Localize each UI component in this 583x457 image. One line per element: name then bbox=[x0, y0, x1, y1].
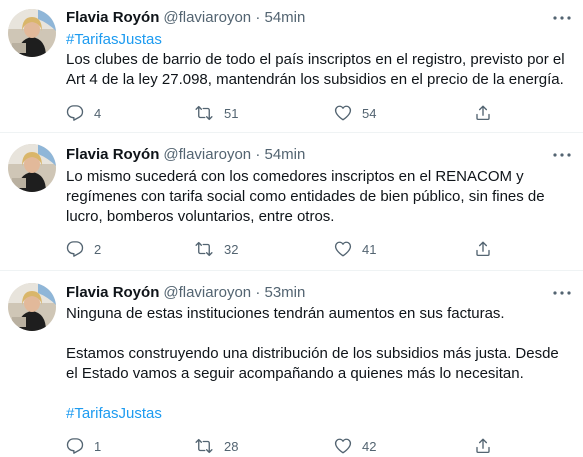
author-name[interactable]: Flavia Royón bbox=[66, 9, 159, 26]
tweet-paragraph: Lo mismo sucederá con los comedores insc… bbox=[66, 168, 545, 225]
tweet-paragraph: Los clubes de barrio de todo el país ins… bbox=[66, 51, 565, 88]
tweet-header: Flavia Royón @flaviaroyon · 54min bbox=[66, 145, 305, 165]
retweet-icon bbox=[195, 105, 213, 121]
like-button[interactable]: 42 bbox=[334, 436, 376, 456]
retweet-button[interactable]: 28 bbox=[194, 436, 238, 456]
reply-count: 2 bbox=[94, 241, 102, 257]
reply-button[interactable]: 2 bbox=[66, 239, 101, 259]
share-icon bbox=[476, 438, 490, 454]
hashtag-link[interactable]: #TarifasJustas bbox=[66, 30, 571, 50]
more-button[interactable] bbox=[550, 8, 574, 28]
more-button[interactable] bbox=[550, 145, 574, 165]
more-icon bbox=[553, 16, 571, 20]
author-handle[interactable]: @flaviaroyon bbox=[163, 9, 251, 26]
share-button[interactable] bbox=[474, 103, 492, 123]
more-icon bbox=[553, 153, 571, 157]
share-button[interactable] bbox=[474, 436, 492, 456]
reply-button[interactable]: 4 bbox=[66, 103, 101, 123]
heart-icon bbox=[334, 241, 352, 257]
heart-icon bbox=[334, 438, 352, 454]
reply-icon bbox=[66, 241, 84, 257]
share-icon bbox=[476, 241, 490, 257]
tweet-paragraph: Estamos construyendo una distribución de… bbox=[66, 345, 559, 382]
heart-icon bbox=[334, 105, 352, 121]
retweet-icon bbox=[195, 438, 213, 454]
author-name[interactable]: Flavia Royón bbox=[66, 284, 159, 301]
share-button[interactable] bbox=[474, 239, 492, 259]
divider bbox=[0, 132, 583, 133]
retweet-count: 32 bbox=[224, 241, 239, 257]
tweet-time[interactable]: · 54min bbox=[255, 9, 305, 26]
reply-count: 4 bbox=[94, 105, 102, 121]
reply-button[interactable]: 1 bbox=[66, 436, 101, 456]
divider bbox=[0, 270, 583, 271]
retweet-icon bbox=[195, 241, 213, 257]
like-count: 41 bbox=[362, 241, 377, 257]
like-button[interactable]: 41 bbox=[334, 239, 376, 259]
retweet-count: 51 bbox=[224, 105, 239, 121]
tweet-text: #TarifasJustas Los clubes de barrio de t… bbox=[66, 30, 571, 90]
hashtag-link[interactable]: #TarifasJustas bbox=[66, 404, 571, 424]
retweet-count: 28 bbox=[224, 438, 239, 454]
like-count: 42 bbox=[362, 438, 377, 454]
avatar[interactable] bbox=[8, 9, 56, 57]
tweet-text: Lo mismo sucederá con los comedores insc… bbox=[66, 167, 571, 227]
more-button[interactable] bbox=[550, 283, 574, 303]
share-icon bbox=[476, 105, 490, 121]
retweet-button[interactable]: 32 bbox=[194, 239, 238, 259]
tweet-time[interactable]: · 54min bbox=[255, 146, 305, 163]
avatar[interactable] bbox=[8, 144, 56, 192]
reply-count: 1 bbox=[94, 438, 102, 454]
reply-icon bbox=[66, 438, 84, 454]
reply-icon bbox=[66, 105, 84, 121]
tweet-text: Ninguna de estas instituciones tendrán a… bbox=[66, 304, 571, 424]
author-name[interactable]: Flavia Royón bbox=[66, 146, 159, 163]
tweet-time[interactable]: · 53min bbox=[255, 284, 305, 301]
like-button[interactable]: 54 bbox=[334, 103, 376, 123]
tweet-header: Flavia Royón @flaviaroyon · 53min bbox=[66, 283, 305, 303]
more-icon bbox=[553, 291, 571, 295]
tweet-header: Flavia Royón @flaviaroyon · 54min bbox=[66, 8, 305, 28]
avatar[interactable] bbox=[8, 283, 56, 331]
author-handle[interactable]: @flaviaroyon bbox=[163, 146, 251, 163]
retweet-button[interactable]: 51 bbox=[194, 103, 238, 123]
like-count: 54 bbox=[362, 105, 377, 121]
tweet-paragraph: Ninguna de estas instituciones tendrán a… bbox=[66, 305, 505, 322]
author-handle[interactable]: @flaviaroyon bbox=[163, 284, 251, 301]
